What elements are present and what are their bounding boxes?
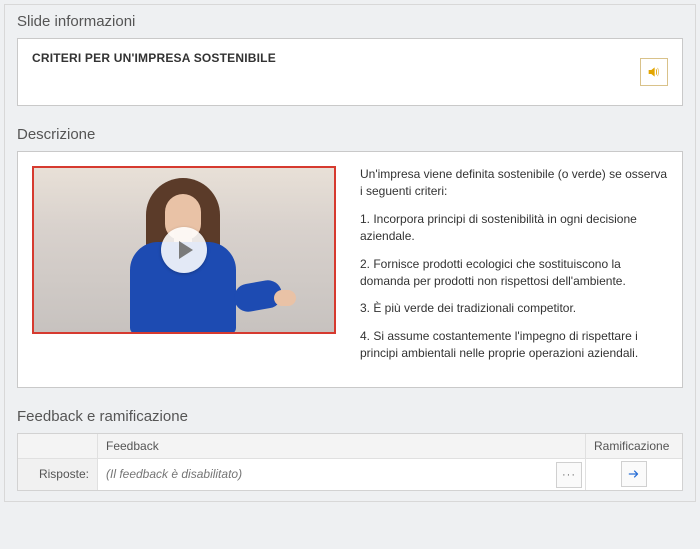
description-title: Descrizione xyxy=(5,118,695,149)
play-icon xyxy=(161,227,207,273)
description-item: 4. Si assume costantemente l'impegno di … xyxy=(360,328,668,363)
feedback-row-label: Risposte: xyxy=(18,458,98,490)
feedback-table: Feedback Ramificazione Risposte: ··· xyxy=(17,433,683,491)
ramification-button[interactable] xyxy=(621,461,647,487)
table-row: Risposte: ··· xyxy=(18,458,682,490)
description-text: Un'impresa viene definita sostenibile (o… xyxy=(360,166,668,373)
feedback-col-empty xyxy=(18,434,98,458)
feedback-input[interactable] xyxy=(98,459,585,490)
slide-info-box: CRITERI PER UN'IMPRESA SOSTENIBILE xyxy=(17,38,683,106)
slide-title: CRITERI PER UN'IMPRESA SOSTENIBILE xyxy=(32,51,276,65)
slide-info-title: Slide informazioni xyxy=(5,5,695,36)
description-intro: Un'impresa viene definita sostenibile (o… xyxy=(360,166,668,201)
description-item: 2. Fornisce prodotti ecologici che sosti… xyxy=(360,256,668,291)
feedback-title: Feedback e ramificazione xyxy=(5,400,695,431)
ellipsis-icon: ··· xyxy=(562,469,576,481)
feedback-more-button[interactable]: ··· xyxy=(556,462,582,488)
feedback-col-ramification: Ramificazione xyxy=(586,434,682,458)
description-item: 1. Incorpora principi di sostenibilità i… xyxy=(360,211,668,246)
description-item: 3. È più verde dei tradizionali competit… xyxy=(360,300,668,317)
audio-button[interactable] xyxy=(640,58,668,86)
description-box: Un'impresa viene definita sostenibile (o… xyxy=(17,151,683,388)
speaker-icon xyxy=(646,64,662,80)
arrow-right-icon xyxy=(627,467,641,481)
feedback-col-feedback: Feedback xyxy=(98,434,586,458)
video-thumbnail[interactable] xyxy=(32,166,336,334)
